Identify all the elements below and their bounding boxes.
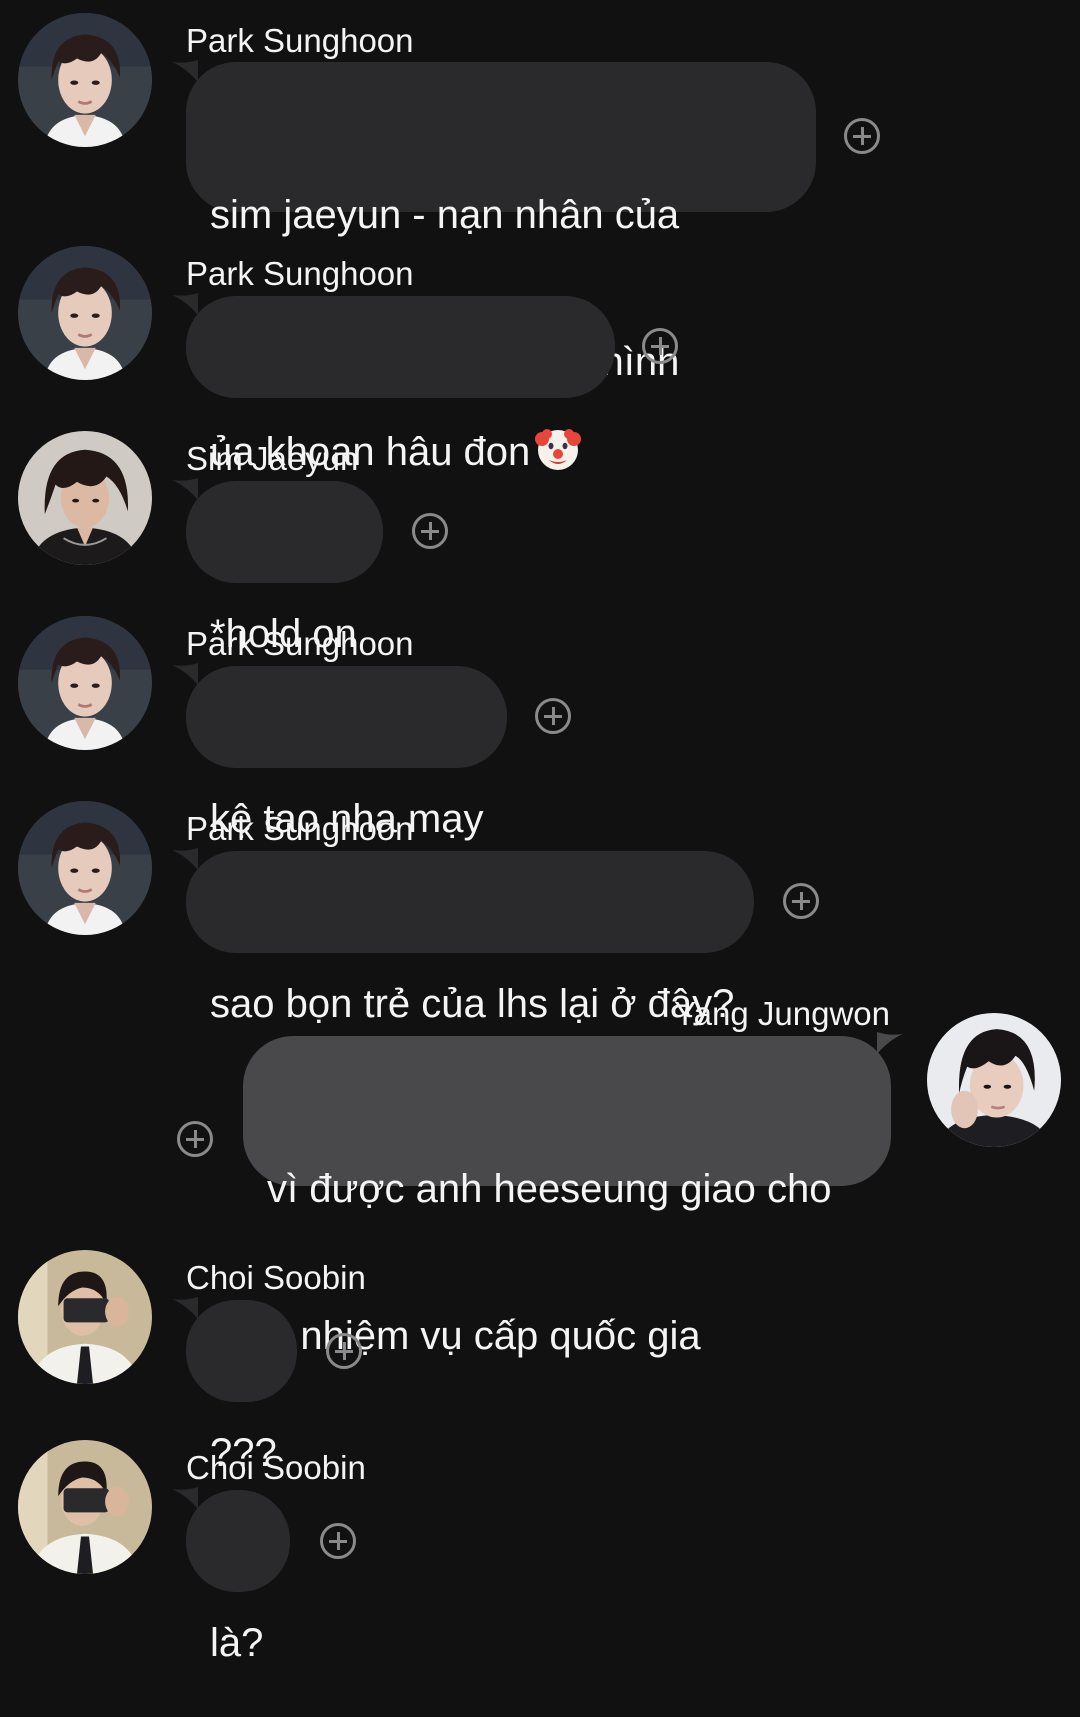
sender-name: Yang Jungwon (674, 995, 890, 1032)
yang-jungwon-avatar[interactable] (927, 1013, 1061, 1147)
bubble-tail (172, 848, 198, 870)
bubble-tail (172, 1297, 198, 1319)
park-sunghoon-avatar[interactable] (18, 801, 152, 935)
message-bubble[interactable]: sao bọn trẻ của lhs lại ở đây? (186, 851, 754, 1026)
message-text-line: là? (210, 1621, 264, 1665)
clown-face-emoji (535, 429, 582, 470)
sender-name: Park Sunghoon (186, 810, 414, 847)
bubble-tail (172, 1487, 198, 1509)
add-reaction-icon[interactable] (320, 1523, 356, 1559)
bubble-tail (172, 60, 198, 82)
add-reaction-icon[interactable] (844, 118, 880, 154)
add-reaction-icon[interactable] (326, 1333, 362, 1369)
choi-soobin-avatar[interactable] (18, 1440, 152, 1574)
sender-name: Park Sunghoon (186, 22, 414, 59)
sender-name: Sim Jaeyun (186, 440, 359, 477)
message-bubble[interactable]: sim jaeyun - nạn nhân của những pha cap … (186, 62, 816, 384)
message-text-line: sim jaeyun - nạn nhân của (210, 193, 680, 237)
sender-name: Park Sunghoon (186, 255, 414, 292)
add-reaction-icon[interactable] (783, 883, 819, 919)
bubble-tail (172, 293, 198, 315)
bubble-tail (877, 1032, 903, 1054)
choi-soobin-avatar[interactable] (18, 1250, 152, 1384)
message-text-line: vì được anh heeseung giao cho (267, 1167, 832, 1211)
sender-name: Choi Soobin (186, 1449, 366, 1486)
add-reaction-icon[interactable] (412, 513, 448, 549)
park-sunghoon-avatar[interactable] (18, 13, 152, 147)
bubble-tail (172, 478, 198, 500)
park-sunghoon-avatar[interactable] (18, 616, 152, 750)
message-bubble[interactable]: ủa khoan hâu đon (186, 296, 615, 474)
message-bubble[interactable]: là? (186, 1490, 290, 1665)
sender-name: Park Sunghoon (186, 625, 414, 662)
message-bubble[interactable]: kệ tao nha mạy (186, 666, 507, 841)
message-bubble[interactable]: ??? (186, 1300, 297, 1475)
park-sunghoon-avatar[interactable] (18, 246, 152, 380)
sender-name: Choi Soobin (186, 1259, 366, 1296)
add-reaction-icon[interactable] (535, 698, 571, 734)
message-bubble[interactable]: vì được anh heeseung giao cho 1 nhiệm vụ… (243, 1036, 891, 1358)
add-reaction-icon[interactable] (177, 1121, 213, 1157)
add-reaction-icon[interactable] (642, 328, 678, 364)
message-bubble[interactable]: *hold on (186, 481, 383, 656)
sim-jaeyun-avatar[interactable] (18, 431, 152, 565)
bubble-tail (172, 663, 198, 685)
